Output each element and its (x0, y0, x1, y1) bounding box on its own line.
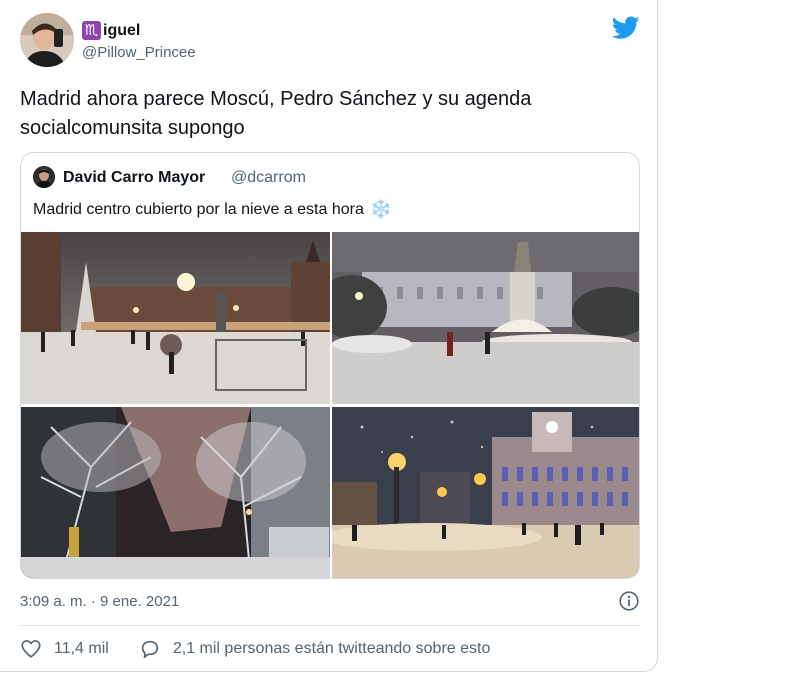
twitter-bird-icon[interactable] (612, 16, 640, 40)
info-icon[interactable] (619, 591, 639, 611)
quoted-author-avatar (33, 166, 55, 188)
conversation-text: 2,1 mil personas están twitteando sobre … (172, 640, 491, 657)
photo-plaza-mayor[interactable] (21, 232, 330, 404)
speech-bubble-icon (141, 640, 159, 659)
quoted-author-name: David Carro Mayor (63, 169, 206, 186)
quoted-tweet[interactable]: David Carro Mayor @dcarrom Madrid centro… (20, 152, 640, 579)
media-grid (21, 232, 639, 578)
photo-puerta-del-sol[interactable] (332, 407, 639, 578)
scorpio-icon: ♏ (82, 21, 101, 40)
author-avatar[interactable] (20, 13, 74, 67)
like-button[interactable]: 11,4 mil (20, 638, 109, 660)
divider (20, 625, 640, 626)
photo-plaza-oriente[interactable] (332, 232, 639, 404)
snowflake-emoji: ❄️ (369, 199, 393, 219)
heart-icon (21, 640, 41, 658)
quoted-text: Madrid centro cubierto por la nieve a es… (33, 200, 364, 218)
tweet-time: 3:09 a. m. (20, 593, 87, 610)
tweet-text-line: Madrid ahora parece Moscú, Pedro Sánchez… (20, 88, 532, 110)
tweet-text-line: socialcomunsita supongo (20, 117, 245, 139)
quoted-author-handle: @dcarrom (231, 169, 306, 186)
conversation-link[interactable]: 2,1 mil personas están twitteando sobre … (139, 638, 491, 660)
photo-snowy-street[interactable] (21, 407, 330, 578)
tweet-date: 9 ene. 2021 (100, 593, 180, 610)
author-handle[interactable]: @Pillow_Princee (82, 44, 196, 61)
timestamp-separator: · (90, 593, 96, 610)
author-name[interactable]: ♏ iguel (82, 21, 140, 40)
tweet-text: Madrid ahora parece Moscú, Pedro Sánchez… (20, 85, 640, 143)
tweet-timestamp[interactable]: 3:09 a. m. · 9 ene. 2021 (20, 593, 179, 610)
author-name-text: iguel (103, 21, 141, 39)
tweet-card: ♏ iguel @Pillow_Princee Madrid ahora par… (0, 0, 658, 672)
like-count: 11,4 mil (54, 640, 109, 657)
quoted-tweet-text: Madrid centro cubierto por la nieve a es… (33, 199, 392, 220)
tweet-actions: 11,4 mil 2,1 mil personas están twittean… (20, 638, 490, 660)
